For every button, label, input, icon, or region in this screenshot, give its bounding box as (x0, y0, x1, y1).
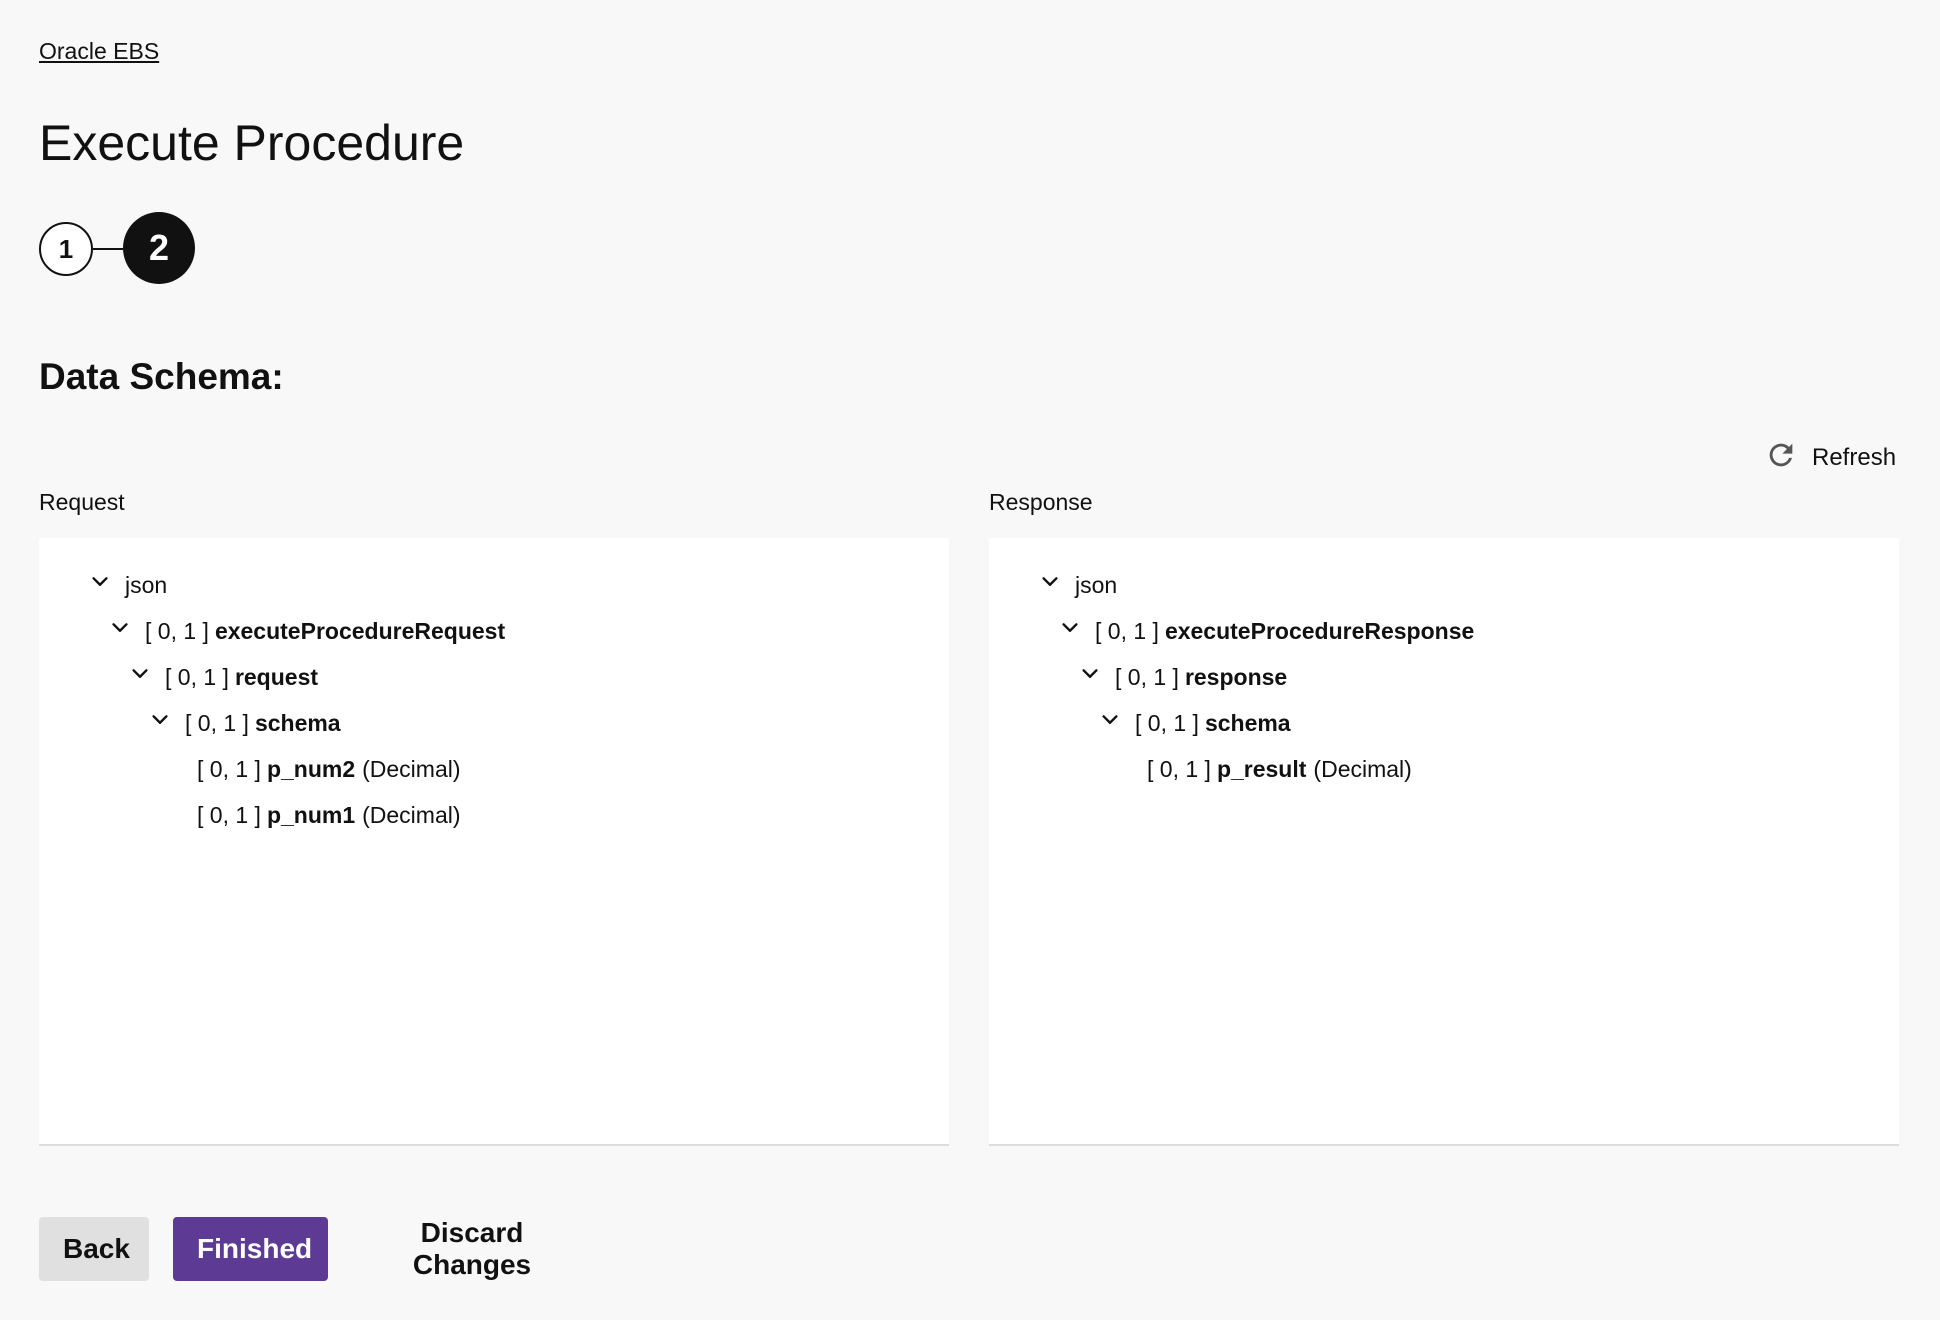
refresh-label: Refresh (1812, 444, 1897, 471)
chevron-down-icon[interactable] (149, 709, 185, 737)
cardinality: [ 0, 1 ] (1115, 663, 1179, 690)
field-name: response (1184, 663, 1288, 690)
chevron-down-icon[interactable] (129, 663, 165, 691)
page-title: Execute Procedure (39, 115, 465, 171)
tree-node[interactable]: [ 0, 1 ] response (1079, 657, 1294, 697)
chevron-down-icon[interactable] (89, 571, 125, 599)
tree-node[interactable]: [ 0, 1 ] p_result (Decimal) (1147, 749, 1412, 789)
field-type: (Decimal) (362, 755, 461, 782)
field-name: p_num2 (266, 755, 356, 782)
field-name: schema (254, 709, 341, 736)
chevron-down-icon[interactable] (1039, 571, 1075, 599)
response-label: Response (989, 489, 1093, 515)
chevron-down-icon[interactable] (109, 617, 145, 645)
chevron-down-icon[interactable] (1079, 663, 1115, 691)
field-name: executeProcedureResponse (1164, 617, 1475, 644)
tree-node[interactable]: [ 0, 1 ] schema (1099, 703, 1298, 743)
tree-node[interactable]: json (1039, 565, 1117, 605)
request-label: Request (39, 489, 125, 515)
cardinality: [ 0, 1 ] (1135, 709, 1199, 736)
back-button[interactable]: Back (39, 1217, 149, 1281)
step-connector (93, 248, 123, 250)
cardinality: [ 0, 1 ] (145, 617, 209, 644)
field-type: (Decimal) (1313, 755, 1412, 782)
breadcrumb-oracle-ebs[interactable]: Oracle EBS (39, 38, 159, 65)
cardinality: [ 0, 1 ] (185, 709, 249, 736)
cardinality: [ 0, 1 ] (197, 755, 261, 782)
tree-node[interactable]: json (89, 565, 167, 605)
tree-node[interactable]: [ 0, 1 ] schema (149, 703, 348, 743)
field-name: p_num1 (266, 801, 356, 828)
tree-node[interactable]: [ 0, 1 ] executeProcedureResponse (1059, 611, 1481, 651)
cardinality: [ 0, 1 ] (1147, 755, 1211, 782)
field-name: schema (1204, 709, 1291, 736)
tree-node[interactable]: [ 0, 1 ] p_num2 (Decimal) (197, 749, 461, 789)
step-2-active[interactable]: 2 (123, 212, 195, 284)
chevron-down-icon[interactable] (1099, 709, 1135, 737)
tree-root-label: json (125, 571, 168, 598)
step-1[interactable]: 1 (39, 222, 93, 276)
tree-root-label: json (1075, 571, 1118, 598)
cardinality: [ 0, 1 ] (165, 663, 229, 690)
chevron-down-icon[interactable] (1059, 617, 1095, 645)
section-title: Data Schema: (39, 356, 284, 397)
tree-node[interactable]: [ 0, 1 ] executeProcedureRequest (109, 611, 512, 651)
refresh-icon (1764, 438, 1798, 479)
field-name: executeProcedureRequest (214, 617, 506, 644)
tree-node[interactable]: [ 0, 1 ] p_num1 (Decimal) (197, 795, 461, 835)
field-name: request (234, 663, 319, 690)
cardinality: [ 0, 1 ] (197, 801, 261, 828)
refresh-button[interactable]: Refresh (1764, 440, 1896, 476)
response-panel: json[ 0, 1 ] executeProcedureResponse[ 0,… (989, 538, 1899, 1146)
finished-button[interactable]: Finished (173, 1217, 328, 1281)
field-name: p_result (1216, 755, 1307, 782)
cardinality: [ 0, 1 ] (1095, 617, 1159, 644)
request-panel: json[ 0, 1 ] executeProcedureRequest[ 0, … (39, 538, 949, 1146)
tree-node[interactable]: [ 0, 1 ] request (129, 657, 325, 697)
field-type: (Decimal) (362, 801, 461, 828)
stepper: 1 2 (39, 212, 199, 286)
discard-changes-button[interactable]: Discard Changes (352, 1217, 592, 1281)
